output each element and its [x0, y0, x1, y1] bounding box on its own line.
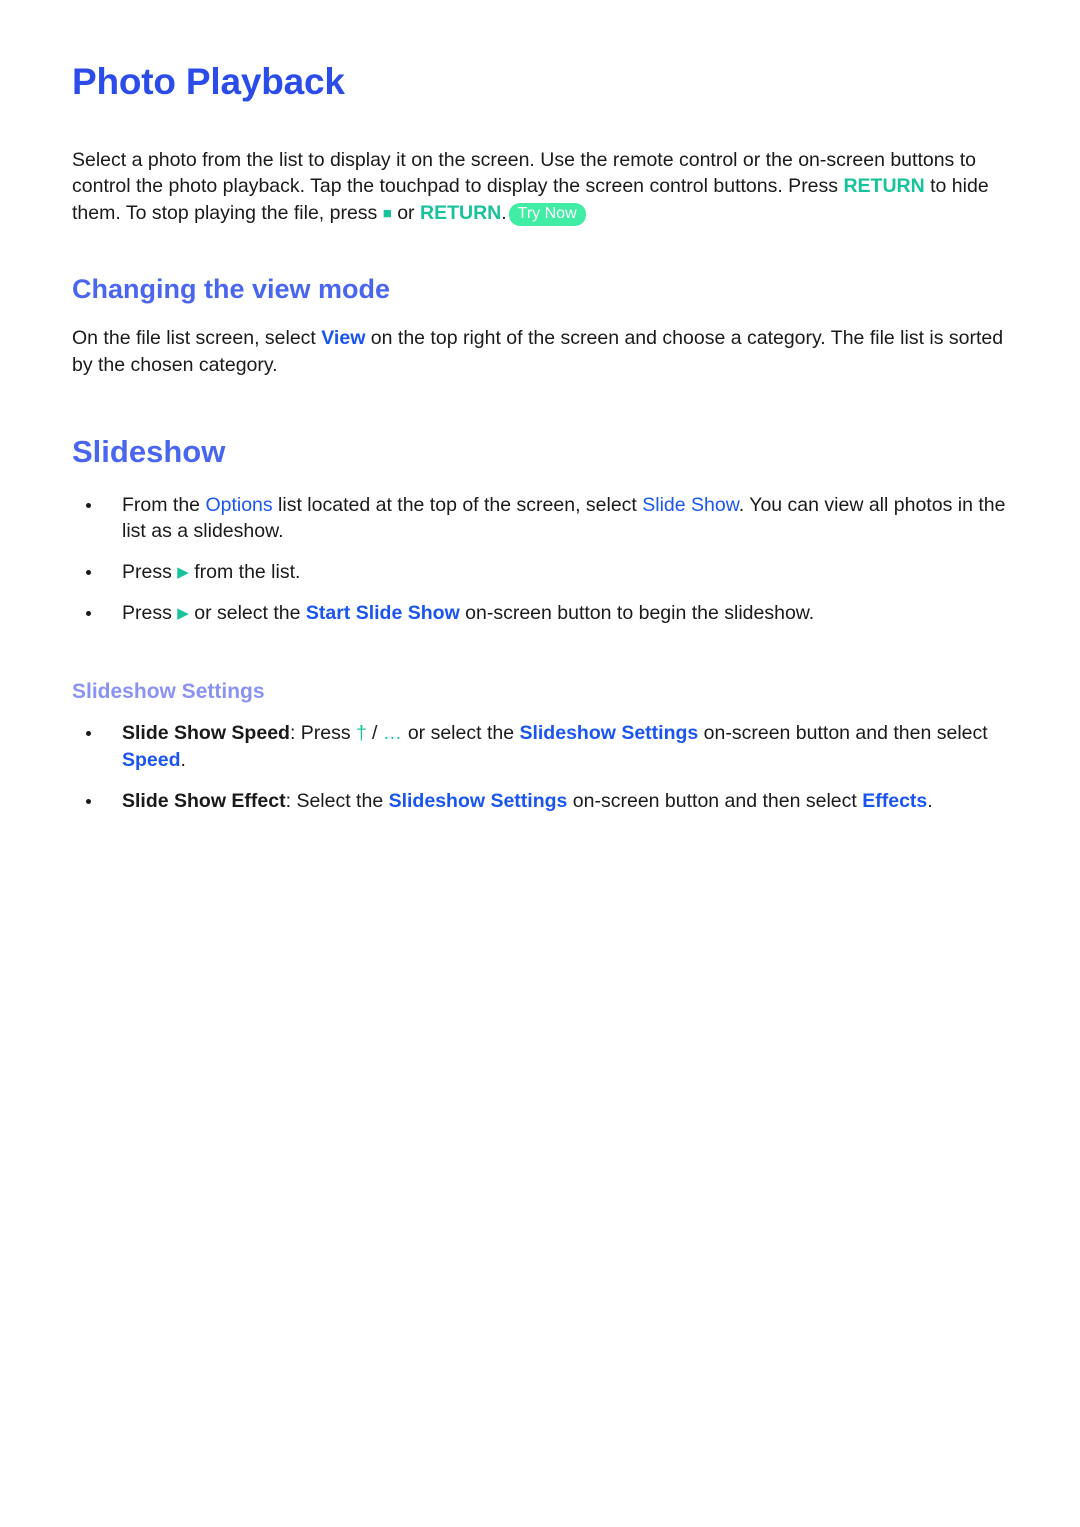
effect-text-part3: . — [927, 789, 933, 812]
speed-link[interactable]: Speed — [122, 749, 181, 771]
list-item: From the Options list located at the top… — [72, 492, 1020, 545]
speed-text-part3: on-screen button and then select — [698, 721, 988, 744]
channel-up-down-icon: † — [356, 722, 367, 744]
return-key-label-2: RETURN — [419, 202, 502, 225]
bullet3-text-part2: or select the — [188, 601, 306, 624]
slide-show-effect-label: Slide Show Effect — [122, 789, 286, 812]
stop-icon: ■ — [382, 205, 392, 223]
slideshow-settings-link-2[interactable]: Slideshow Settings — [389, 790, 568, 812]
view-link[interactable]: View — [321, 327, 365, 349]
intro-paragraph: Select a photo from the list to display … — [72, 147, 1020, 227]
subsection-heading-slideshow-settings: Slideshow Settings — [72, 679, 265, 703]
section-heading-slideshow: Slideshow — [72, 433, 226, 469]
return-key-label-1: RETURN — [843, 175, 925, 198]
effect-text-part2: on-screen button and then select — [567, 789, 863, 812]
bullet1-text-part1: From the — [122, 493, 206, 516]
slideshow-bullet-list: From the Options list located at the top… — [72, 492, 1020, 627]
options-link[interactable]: Options — [205, 494, 272, 516]
play-icon: ▶ — [177, 604, 189, 622]
intro-text-part4: . — [501, 202, 507, 225]
speed-text-part2: or select the — [402, 721, 520, 744]
bullet3-text-part1: Press — [122, 601, 178, 624]
bullet3-text-part3: on-screen button to begin the slideshow. — [459, 601, 815, 624]
try-now-badge[interactable]: Try Now — [508, 203, 586, 227]
list-item: Slide Show Effect: Select the Slideshow … — [72, 788, 1020, 815]
effect-text-part1: : Select the — [285, 789, 389, 812]
more-options-icon: … — [382, 722, 403, 744]
start-slide-show-link[interactable]: Start Slide Show — [306, 602, 460, 624]
slideshow-settings-bullet-list: Slide Show Speed: Press † / … or select … — [72, 720, 1020, 814]
section-heading-view-mode: Changing the view mode — [72, 273, 391, 304]
intro-text-part1: Select a photo from the list to display … — [72, 148, 976, 198]
speed-text-part1: : Press — [289, 721, 357, 744]
slide-show-speed-label: Slide Show Speed — [122, 721, 290, 744]
bullet2-text-part1: Press — [122, 561, 178, 584]
list-item: Press ▶ from the list. — [72, 559, 1020, 586]
view-mode-paragraph: On the file list screen, select View on … — [72, 325, 1020, 378]
speed-separator: / — [366, 721, 383, 744]
speed-text-part4: . — [180, 748, 186, 771]
bullet1-text-part2: list located at the top of the screen, s… — [272, 493, 643, 516]
view-mode-text-part1: On the file list screen, select — [72, 327, 322, 350]
slide-show-link[interactable]: Slide Show — [642, 494, 738, 516]
list-item: Press ▶ or select the Start Slide Show o… — [72, 600, 1020, 627]
list-item: Slide Show Speed: Press † / … or select … — [72, 720, 1020, 774]
bullet2-text-part2: from the list. — [188, 561, 301, 584]
slideshow-settings-link-1[interactable]: Slideshow Settings — [519, 722, 698, 744]
document-page: Photo Playback Select a photo from the l… — [0, 0, 1080, 1527]
effects-link[interactable]: Effects — [862, 790, 927, 812]
intro-text-part3: or — [391, 202, 420, 225]
play-icon: ▶ — [177, 564, 189, 582]
page-title: Photo Playback — [72, 61, 345, 102]
